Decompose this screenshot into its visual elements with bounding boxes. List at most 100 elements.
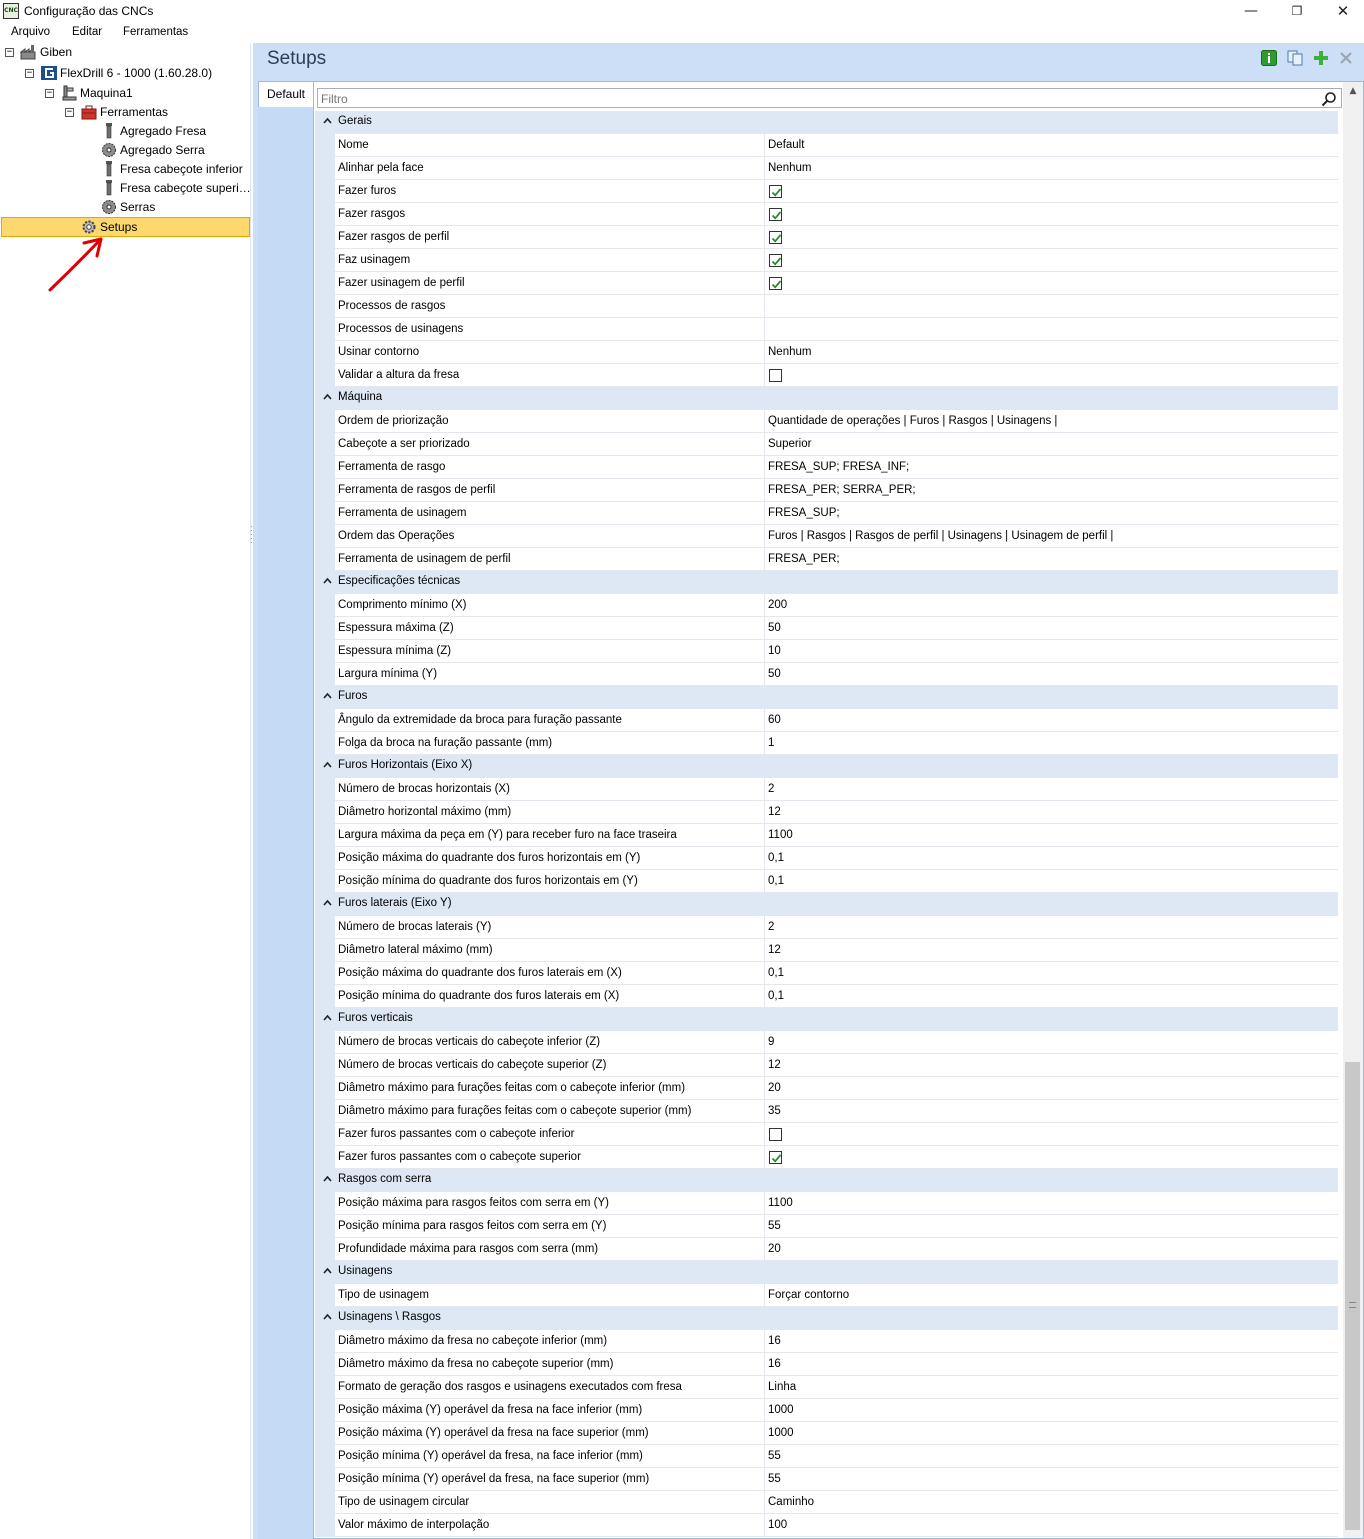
property-value[interactable]: FRESA_SUP; FRESA_INF; xyxy=(765,456,1338,479)
close-button[interactable]: ✕ xyxy=(1320,0,1364,24)
property-row[interactable]: Posição máxima (Y) operável da fresa na … xyxy=(315,1399,1338,1422)
minimize-button[interactable]: — xyxy=(1228,0,1274,24)
chevron-up-icon[interactable] xyxy=(323,760,332,769)
property-value[interactable]: 9 xyxy=(765,1031,1338,1054)
property-row[interactable]: Profundidade máxima para rasgos com serr… xyxy=(315,1238,1338,1261)
tree-node-tool[interactable]: Agregado Serra xyxy=(0,141,250,160)
property-row[interactable]: Tipo de usinagem circular Caminho xyxy=(315,1491,1338,1514)
property-value[interactable]: 10 xyxy=(765,640,1338,663)
checkbox-unchecked[interactable] xyxy=(769,1128,782,1141)
menu-arquivo[interactable]: Arquivo xyxy=(11,26,50,38)
tree-node-machine[interactable]: − Maquina1 xyxy=(0,84,250,103)
property-value[interactable]: 200 xyxy=(765,594,1338,617)
chevron-up-icon[interactable] xyxy=(323,116,332,125)
property-value[interactable]: 12 xyxy=(765,1054,1338,1077)
property-row[interactable]: Espessura mínima (Z) 10 xyxy=(315,640,1338,663)
category-row[interactable]: Usinagens \ Rasgos xyxy=(315,1307,1338,1330)
category-row[interactable]: Furos verticais xyxy=(315,1008,1338,1031)
category-row[interactable]: Especificações técnicas xyxy=(315,571,1338,594)
property-value[interactable]: 1100 xyxy=(765,824,1338,847)
property-value[interactable] xyxy=(765,364,1338,387)
collapse-icon[interactable]: − xyxy=(45,89,54,98)
property-row[interactable]: Faz usinagem xyxy=(315,249,1338,272)
category-row[interactable]: Furos xyxy=(315,686,1338,709)
property-row[interactable]: Ferramenta de usinagem de perfil FRESA_PE… xyxy=(315,548,1338,571)
collapse-icon[interactable]: − xyxy=(25,69,34,78)
tab-default[interactable]: Default xyxy=(258,81,313,108)
property-row[interactable]: Cabeçote a ser priorizado Superior xyxy=(315,433,1338,456)
property-row[interactable]: Ferramenta de usinagem FRESA_SUP; xyxy=(315,502,1338,525)
menu-ferramentas[interactable]: Ferramentas xyxy=(123,26,188,38)
property-row[interactable]: Diâmetro máximo para furações feitas com… xyxy=(315,1077,1338,1100)
property-value[interactable]: 50 xyxy=(765,617,1338,640)
property-value[interactable]: Linha xyxy=(765,1376,1338,1399)
tree-node-tool[interactable]: Fresa cabeçote inferior xyxy=(0,160,250,179)
property-row[interactable]: Ferramenta de rasgos de perfil FRESA_PER;… xyxy=(315,479,1338,502)
property-row[interactable]: Posição máxima (Y) operável da fresa na … xyxy=(315,1422,1338,1445)
menu-editar[interactable]: Editar xyxy=(72,26,102,38)
chevron-up-icon[interactable] xyxy=(323,1174,332,1183)
chevron-up-icon[interactable] xyxy=(323,1013,332,1022)
property-row[interactable]: Posição mínima (Y) operável da fresa, na… xyxy=(315,1445,1338,1468)
chevron-up-icon[interactable] xyxy=(323,576,332,585)
property-value[interactable]: Forçar contorno xyxy=(765,1284,1338,1307)
property-row[interactable]: Validar a altura da fresa xyxy=(315,364,1338,387)
property-row[interactable]: Valor máximo de interpolação 100 xyxy=(315,1514,1338,1537)
property-row[interactable]: Largura mínima (Y) 50 xyxy=(315,663,1338,686)
property-row[interactable]: Comprimento mínimo (X) 200 xyxy=(315,594,1338,617)
category-row[interactable]: Furos Horizontais (Eixo X) xyxy=(315,755,1338,778)
tree-node-root[interactable]: − Giben xyxy=(0,43,250,62)
property-row[interactable]: Posição mínima (Y) operável da fresa, na… xyxy=(315,1468,1338,1491)
property-row[interactable]: Diâmetro máximo da fresa no cabeçote inf… xyxy=(315,1330,1338,1353)
property-value[interactable]: Nenhum xyxy=(765,341,1338,364)
property-value[interactable]: 20 xyxy=(765,1077,1338,1100)
property-row[interactable]: Ferramenta de rasgo FRESA_SUP; FRESA_INF; xyxy=(315,456,1338,479)
property-row[interactable]: Fazer furos passantes com o cabeçote inf… xyxy=(315,1123,1338,1146)
property-value[interactable]: 55 xyxy=(765,1468,1338,1491)
property-value[interactable]: Superior xyxy=(765,433,1338,456)
property-value[interactable]: 60 xyxy=(765,709,1338,732)
property-row[interactable]: Formato de geração dos rasgos e usinagen… xyxy=(315,1376,1338,1399)
chevron-up-icon[interactable] xyxy=(323,898,332,907)
property-value[interactable] xyxy=(765,295,1338,318)
property-value[interactable]: 100 xyxy=(765,1514,1338,1537)
property-row[interactable]: Posição máxima do quadrante dos furos la… xyxy=(315,962,1338,985)
property-value[interactable] xyxy=(765,180,1338,203)
property-row[interactable]: Usinar contorno Nenhum xyxy=(315,341,1338,364)
property-value[interactable]: 12 xyxy=(765,939,1338,962)
property-value[interactable] xyxy=(765,1123,1338,1146)
property-row[interactable]: Número de brocas laterais (Y) 2 xyxy=(315,916,1338,939)
property-row[interactable]: Número de brocas verticais do cabeçote s… xyxy=(315,1054,1338,1077)
checkbox-checked[interactable] xyxy=(769,231,782,244)
property-value[interactable]: Caminho xyxy=(765,1491,1338,1514)
property-value[interactable] xyxy=(765,249,1338,272)
property-row[interactable]: Espessura máxima (Z) 50 xyxy=(315,617,1338,640)
category-row[interactable]: Furos laterais (Eixo Y) xyxy=(315,893,1338,916)
add-icon[interactable] xyxy=(1313,50,1329,66)
property-row[interactable]: Ordem de priorização Quantidade de operaç… xyxy=(315,410,1338,433)
property-value[interactable]: 0,1 xyxy=(765,985,1338,1008)
property-value[interactable]: Default xyxy=(765,134,1338,157)
info-icon[interactable] xyxy=(1261,50,1277,66)
category-row[interactable]: Rasgos com serra xyxy=(315,1169,1338,1192)
property-value[interactable]: 0,1 xyxy=(765,962,1338,985)
collapse-icon[interactable]: − xyxy=(65,108,74,117)
tree-node-tool[interactable]: Fresa cabeçote superi… xyxy=(0,179,251,198)
property-row[interactable]: Fazer furos xyxy=(315,180,1338,203)
maximize-button[interactable]: ❐ xyxy=(1274,0,1320,24)
filter-input[interactable] xyxy=(321,91,1301,106)
category-row[interactable]: Gerais xyxy=(315,111,1338,134)
property-row[interactable]: Posição mínima para rasgos feitos com se… xyxy=(315,1215,1338,1238)
property-row[interactable]: Ordem das Operações Furos | Rasgos | Rasg… xyxy=(315,525,1338,548)
collapse-icon[interactable]: − xyxy=(5,48,14,57)
property-value[interactable]: 55 xyxy=(765,1215,1338,1238)
property-row[interactable]: Folga da broca na furação passante (mm) 1 xyxy=(315,732,1338,755)
copy-icon[interactable] xyxy=(1287,50,1303,66)
tree-node-setups[interactable]: Setups xyxy=(0,218,250,237)
property-row[interactable]: Número de brocas verticais do cabeçote i… xyxy=(315,1031,1338,1054)
chevron-up-icon[interactable] xyxy=(323,1312,332,1321)
property-value[interactable]: 20 xyxy=(765,1238,1338,1261)
property-value[interactable] xyxy=(765,203,1338,226)
property-row[interactable]: Nome Default xyxy=(315,134,1338,157)
property-value[interactable]: 1100 xyxy=(765,1192,1338,1215)
